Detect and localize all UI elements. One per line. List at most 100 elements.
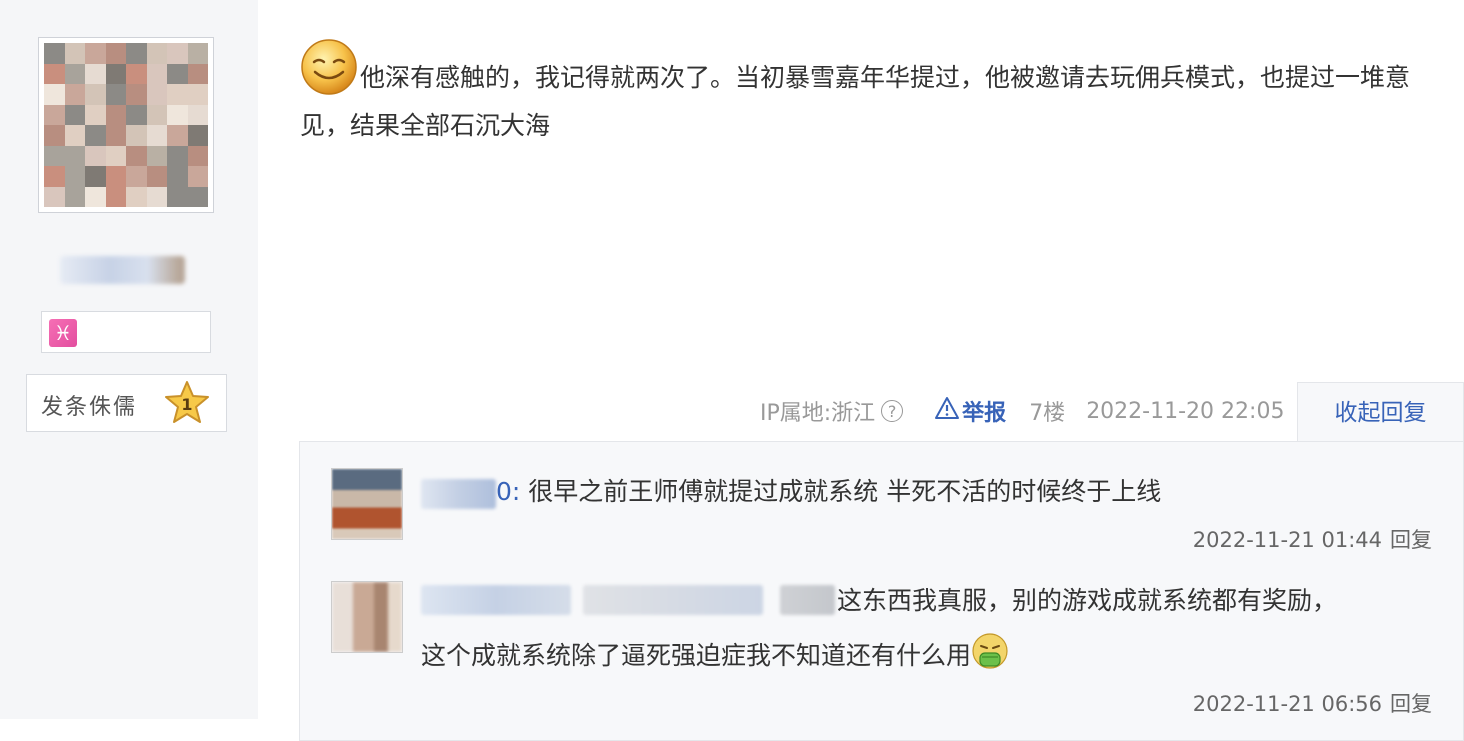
post-content: 他深有感触的，我记得就两次了。当初暴雪嘉年华提过，他被邀请去玩佣兵模式，也提过一…: [300, 38, 1445, 150]
zodiac-badge-box: ♓: [41, 311, 211, 353]
avatar-mosaic-cell: [85, 125, 106, 146]
reply-meta: 2022-11-21 01:44 回复: [1193, 524, 1432, 554]
avatar-mosaic-cell: [64, 186, 85, 207]
user-level-badge[interactable]: 发条侏儒 1: [26, 374, 227, 432]
reply-target-blurred[interactable]: [780, 585, 835, 615]
reply-panel: 0: 很早之前王师傅就提过成就系统 半死不活的时候终于上线 2022-11-21…: [299, 441, 1464, 741]
avatar-mosaic-cell: [167, 125, 188, 146]
avatar-mosaic-cell: [146, 125, 167, 146]
level-title: 发条侏儒: [41, 395, 138, 420]
avatar-mosaic-cell: [44, 84, 65, 105]
avatar-mosaic-cell: [167, 43, 188, 64]
avatar-mosaic-cell: [85, 145, 106, 166]
avatar-mosaic-cell: [105, 145, 126, 166]
avatar-mosaic-cell: [167, 104, 188, 125]
reply-avatar[interactable]: [331, 581, 403, 653]
avatar-mosaic-cell: [85, 63, 106, 84]
avatar-mosaic-cell: [64, 166, 85, 187]
report-link[interactable]: 举报: [934, 395, 1006, 427]
post-text: 他深有感触的，我记得就两次了。当初暴雪嘉年华提过，他被邀请去玩佣兵模式，也提过一…: [300, 63, 1411, 140]
avatar-mosaic-cell: [85, 186, 106, 207]
reply-avatar[interactable]: [331, 468, 403, 540]
avatar-mosaic-cell: [187, 145, 208, 166]
reply-timestamp: 2022-11-21 06:56: [1192, 692, 1382, 716]
avatar-mosaic-cell: [44, 186, 65, 207]
reply-target-blurred[interactable]: [583, 585, 763, 615]
avatar-mosaic-cell: [146, 166, 167, 187]
username-blurred[interactable]: [60, 256, 185, 284]
level-star-icon: 1: [165, 381, 209, 423]
avatar-mosaic-cell: [105, 43, 126, 64]
avatar-mosaic-cell: [85, 104, 106, 125]
level-number: 1: [181, 395, 192, 414]
post-meta-bar: IP属地:浙江? 举报 7楼 2022-11-20 22:05: [760, 395, 1284, 429]
reply-button[interactable]: 回复: [1390, 528, 1432, 552]
reply-button[interactable]: 回复: [1390, 692, 1432, 716]
avatar-mosaic-cell: [105, 63, 126, 84]
avatar-mosaic-cell: [187, 186, 208, 207]
avatar-mosaic-cell: [126, 125, 147, 146]
avatar-mosaic-cell: [126, 104, 147, 125]
reply-timestamp: 2022-11-21 01:44: [1192, 528, 1382, 552]
avatar-mosaic-cell: [85, 166, 106, 187]
avatar-mosaic-cell: [167, 166, 188, 187]
avatar-mosaic-cell: [85, 84, 106, 105]
avatar-mosaic-cell: [187, 84, 208, 105]
avatar-mosaic-cell: [146, 145, 167, 166]
warning-icon: [935, 397, 960, 419]
avatar-mosaic-cell: [187, 63, 208, 84]
reply-meta: 2022-11-21 06:56 回复: [1193, 688, 1432, 718]
avatar-mosaic-cell: [85, 43, 106, 64]
avatar-mosaic-cell: [64, 63, 85, 84]
avatar-mosaic-cell: [44, 125, 65, 146]
avatar-mosaic-cell: [126, 63, 147, 84]
reply-text-line2: 这个成就系统除了逼死强迫症我不知道还有什么用: [421, 632, 1009, 680]
avatar-mosaic-cell: [187, 104, 208, 125]
avatar-mosaic-cell: [167, 186, 188, 207]
avatar-mosaic-cell: [146, 43, 167, 64]
avatar-mosaic-cell: [105, 84, 126, 105]
avatar-mosaic-cell: [126, 84, 147, 105]
avatar-mosaic-cell: [146, 186, 167, 207]
avatar-mosaic-cell: [44, 166, 65, 187]
smile-emoji-icon: [301, 39, 357, 95]
avatar-mosaic-cell: [64, 104, 85, 125]
help-icon[interactable]: ?: [881, 400, 904, 422]
reply-text-line1: 这东西我真服，别的游戏成就系统都有奖励，: [837, 586, 1338, 615]
avatar-mosaic-cell: [146, 63, 167, 84]
reply-username-blurred[interactable]: [421, 585, 571, 615]
collapse-replies-button[interactable]: 收起回复: [1297, 382, 1464, 442]
avatar-mosaic-cell: [126, 43, 147, 64]
avatar-mosaic-cell: [146, 84, 167, 105]
avatar-image: [44, 43, 208, 207]
avatar-mosaic-cell: [105, 104, 126, 125]
floor-number: 7楼: [1029, 401, 1066, 426]
avatar-mosaic-cell: [64, 84, 85, 105]
avatar-mosaic-cell: [44, 104, 65, 125]
avatar-mosaic-cell: [146, 104, 167, 125]
user-sidebar: ♓ 发条侏儒 1: [0, 0, 258, 719]
user-avatar[interactable]: [38, 37, 214, 213]
pisces-icon[interactable]: ♓: [49, 319, 77, 347]
avatar-mosaic-cell: [167, 145, 188, 166]
avatar-mosaic-cell: [44, 63, 65, 84]
avatar-mosaic-cell: [64, 125, 85, 146]
avatar-mosaic-cell: [167, 84, 188, 105]
reply-text: 很早之前王师傅就提过成就系统 半死不活的时候终于上线: [528, 477, 1162, 506]
avatar-mosaic-cell: [187, 43, 208, 64]
avatar-mosaic-cell: [44, 43, 65, 64]
avatar-mosaic-cell: [187, 125, 208, 146]
avatar-mosaic-cell: [126, 166, 147, 187]
report-label: 举报: [962, 401, 1007, 426]
avatar-mosaic-cell: [187, 166, 208, 187]
avatar-mosaic-cell: [126, 186, 147, 207]
post-timestamp: 2022-11-20 22:05: [1086, 398, 1285, 424]
avatar-mosaic-cell: [64, 145, 85, 166]
vomit-emoji-icon: [972, 633, 1008, 669]
avatar-mosaic-cell: [105, 125, 126, 146]
ip-location: IP属地:浙江: [760, 401, 876, 426]
avatar-mosaic-cell: [167, 63, 188, 84]
avatar-mosaic-cell: [105, 166, 126, 187]
reply-username-blurred[interactable]: [421, 479, 496, 509]
avatar-mosaic-cell: [126, 145, 147, 166]
